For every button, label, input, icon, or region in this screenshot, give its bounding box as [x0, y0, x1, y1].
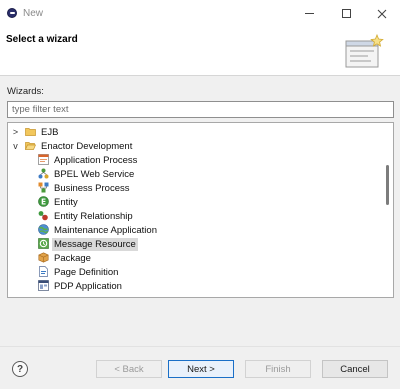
- tree-item-package[interactable]: Package: [8, 251, 376, 265]
- folder-open-icon: [25, 140, 36, 151]
- wizard-banner: Select a wizard: [0, 27, 400, 76]
- tree-item-label: Enactor Development: [41, 140, 133, 152]
- bpel-web-service-icon: [38, 168, 49, 179]
- maintenance-application-icon: [38, 224, 49, 235]
- tree-item-entity-relationship[interactable]: Entity Relationship: [8, 209, 376, 223]
- wizard-tree[interactable]: > EJB v Enactor Development Application …: [7, 122, 394, 298]
- tree-item-label: PDP Application: [54, 280, 122, 292]
- tree-scrollbar[interactable]: [385, 125, 392, 295]
- close-icon: [377, 9, 387, 18]
- tree-item-enactor-development[interactable]: v Enactor Development: [8, 139, 376, 153]
- svg-text:E: E: [41, 197, 46, 206]
- tree-item-label: Application Process: [54, 154, 138, 166]
- chevron-right-icon[interactable]: >: [11, 126, 20, 139]
- back-button[interactable]: < Back: [96, 360, 162, 378]
- package-icon: [38, 252, 49, 263]
- next-button[interactable]: Next >: [168, 360, 234, 378]
- tree-item-label: Message Resource: [52, 237, 138, 251]
- title-bar: New: [0, 0, 400, 27]
- business-process-icon: [38, 182, 49, 193]
- maximize-icon: [341, 9, 351, 18]
- tree-item-maintenance-application[interactable]: Maintenance Application: [8, 223, 376, 237]
- tree-item-label: BPEL Web Service: [54, 168, 135, 180]
- tree-item-message-resource[interactable]: Message Resource: [8, 237, 376, 251]
- tree-item-label: Business Process: [54, 182, 130, 194]
- folder-icon: [25, 126, 36, 137]
- application-process-icon: [38, 154, 49, 165]
- tree-item-label: EJB: [41, 126, 59, 138]
- page-definition-icon: [38, 266, 49, 277]
- minimize-button[interactable]: [293, 0, 325, 27]
- wizards-label: Wizards:: [7, 86, 44, 97]
- filter-input[interactable]: [7, 101, 394, 118]
- cancel-button[interactable]: Cancel: [322, 360, 388, 378]
- minimize-icon: [304, 13, 314, 14]
- banner-title: Select a wizard: [6, 34, 78, 45]
- tree-item-label: Package: [54, 252, 91, 264]
- chevron-down-icon[interactable]: v: [11, 140, 20, 153]
- tree-item-bpel-web-service[interactable]: BPEL Web Service: [8, 167, 376, 181]
- tree-item-page-definition[interactable]: Page Definition: [8, 265, 376, 279]
- message-resource-icon: [38, 238, 49, 249]
- tree-item-ejb[interactable]: > EJB: [8, 125, 376, 139]
- tree-item-label: Page Definition: [54, 266, 119, 278]
- window-title: New: [23, 8, 44, 19]
- tree-item-label: Entity Relationship: [54, 210, 133, 222]
- tree-item-business-process[interactable]: Business Process: [8, 181, 376, 195]
- tree-item-label: Entity: [54, 196, 78, 208]
- eclipse-app-icon: [7, 8, 17, 18]
- help-icon[interactable]: ?: [12, 361, 28, 377]
- tree-item-label: Maintenance Application: [54, 224, 157, 236]
- tree-item-pdp-application[interactable]: PDP Application: [8, 279, 376, 293]
- wizard-banner-icon: [345, 33, 384, 68]
- tree-item-application-process[interactable]: Application Process: [8, 153, 376, 167]
- pdp-application-icon: [38, 280, 49, 291]
- maximize-button[interactable]: [330, 0, 362, 27]
- tree-item-entity[interactable]: E Entity: [8, 195, 376, 209]
- footer-divider: [0, 346, 400, 347]
- entity-relationship-icon: [38, 210, 49, 221]
- finish-button[interactable]: Finish: [245, 360, 311, 378]
- close-button[interactable]: [366, 0, 398, 27]
- scrollbar-thumb[interactable]: [386, 165, 389, 205]
- entity-icon: E: [38, 196, 49, 207]
